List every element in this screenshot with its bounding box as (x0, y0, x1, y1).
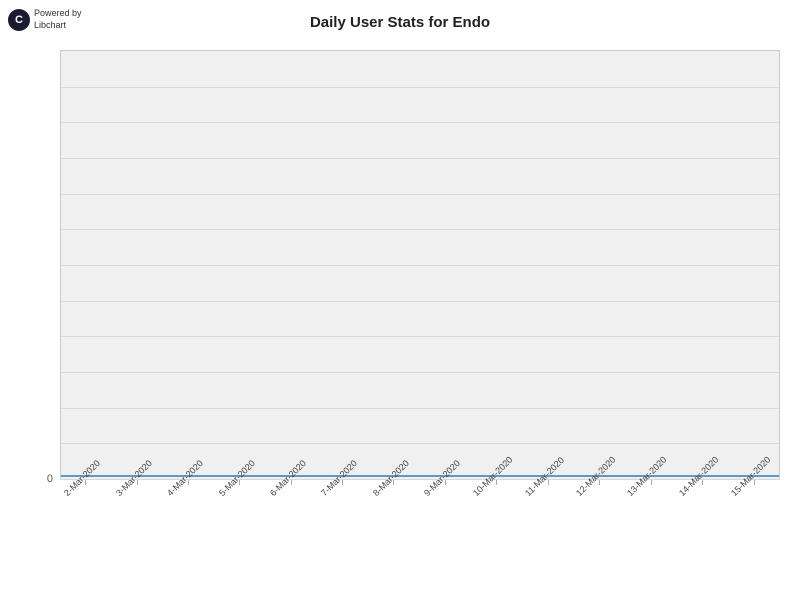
x-labels: 2-Mar-2020 3-Mar-2020 4-Mar-2020 5-Mar-2… (60, 480, 780, 501)
x-axis: 2-Mar-2020 3-Mar-2020 4-Mar-2020 5-Mar-2… (60, 480, 780, 600)
grid-line (61, 265, 779, 266)
grid-line (61, 443, 779, 444)
grid-line (61, 372, 779, 373)
tick-mark (754, 480, 755, 485)
grid-lines (61, 51, 779, 479)
x-label-wrapper: 10-Mar-2020 (471, 480, 523, 501)
chart-title: Daily User Stats for Endo (0, 14, 800, 31)
grid-line (61, 122, 779, 123)
x-label-wrapper: 14-Mar-2020 (677, 480, 729, 501)
tick-mark (651, 480, 652, 485)
grid-line (61, 87, 779, 88)
x-label-wrapper: 15-Mar-2020 (729, 480, 781, 501)
x-label-wrapper: 11-Mar-2020 (523, 480, 574, 501)
y-axis-zero-label: 0 (47, 473, 53, 485)
grid-line (61, 301, 779, 302)
x-label-wrapper: 8-Mar-2020 (368, 480, 419, 501)
tick-mark (496, 480, 497, 485)
data-line-container (61, 474, 779, 477)
grid-line (61, 408, 779, 409)
grid-line (61, 229, 779, 230)
chart-container: C Powered byLibchart Daily User Stats fo… (0, 0, 800, 600)
x-label-wrapper: 13-Mar-2020 (625, 480, 677, 501)
grid-line (61, 158, 779, 159)
x-label-wrapper: 6-Mar-2020 (266, 480, 317, 501)
chart-plot-area: 0 (60, 50, 780, 480)
x-label-wrapper: 12-Mar-2020 (574, 480, 626, 501)
grid-line (61, 336, 779, 337)
x-label-wrapper: 9-Mar-2020 (420, 480, 471, 501)
x-label-wrapper: 4-Mar-2020 (163, 480, 214, 501)
data-line (61, 475, 779, 477)
x-label-wrapper: 2-Mar-2020 (60, 480, 111, 501)
grid-line (61, 194, 779, 195)
tick-mark (548, 480, 549, 485)
tick-mark (599, 480, 600, 485)
x-label-wrapper: 5-Mar-2020 (214, 480, 265, 501)
tick-mark (702, 480, 703, 485)
x-label-wrapper: 7-Mar-2020 (317, 480, 368, 501)
x-label-wrapper: 3-Mar-2020 (111, 480, 162, 501)
